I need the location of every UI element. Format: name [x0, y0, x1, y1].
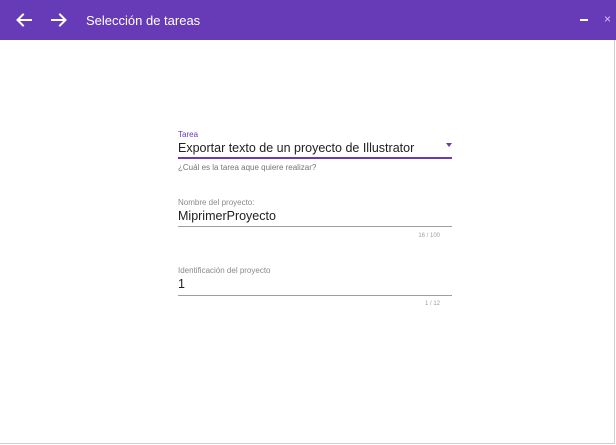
- project-id-underline: [178, 295, 452, 296]
- project-name-label: Nombre del proyecto:: [178, 198, 255, 207]
- project-id-label: Identificación del proyecto: [178, 266, 271, 275]
- minimize-icon[interactable]: [580, 19, 588, 21]
- project-name-char-counter: 16 / 100: [418, 233, 440, 239]
- project-id-field[interactable]: Identificación del proyecto 1 1 / 12: [178, 266, 452, 312]
- project-name-underline: [178, 226, 452, 227]
- arrow-right-icon[interactable]: [47, 8, 71, 32]
- arrow-left-icon[interactable]: [12, 8, 36, 32]
- task-label: Tarea: [178, 130, 199, 139]
- project-name-field[interactable]: Nombre del proyecto: MiprimerProyecto 16…: [178, 198, 452, 244]
- title-bar: Selección de tareas ×: [0, 0, 616, 40]
- dropdown-caret-icon[interactable]: [446, 143, 452, 147]
- project-name-input[interactable]: MiprimerProyecto: [178, 209, 276, 223]
- task-underline: [178, 157, 452, 159]
- task-value[interactable]: Exportar texto de un proyecto de Illustr…: [178, 141, 414, 155]
- close-icon[interactable]: ×: [604, 12, 611, 26]
- window-title: Selección de tareas: [86, 13, 201, 28]
- task-select[interactable]: Tarea Exportar texto de un proyecto de I…: [178, 130, 452, 174]
- project-id-input[interactable]: 1: [178, 277, 185, 291]
- task-helper-text: ¿Cuál es la tarea aque quiere realizar?: [178, 163, 317, 172]
- project-id-char-counter: 1 / 12: [424, 301, 440, 307]
